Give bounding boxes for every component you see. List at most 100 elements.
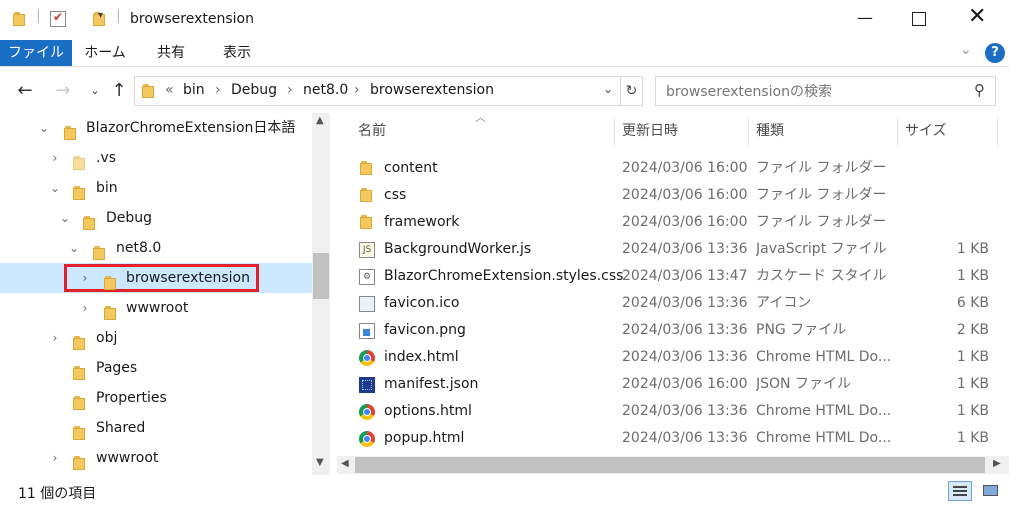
file-row[interactable]: favicon.ico 2024/03/06 13:36 アイコン 6 KB: [345, 290, 995, 317]
file-size: 1 KB: [956, 349, 989, 365]
tree-item-browserextension[interactable]: › browserextension: [0, 263, 312, 293]
file-size: 6 KB: [956, 295, 989, 311]
file-date: 2024/03/06 16:00: [622, 187, 748, 203]
address-dropdown-icon[interactable]: ⌄: [603, 82, 613, 96]
search-input[interactable]: [664, 81, 958, 103]
column-type[interactable]: 種類: [756, 113, 784, 149]
tree-item-label: BlazorChromeExtension日本語: [86, 120, 296, 136]
column-separator[interactable]: [748, 117, 749, 147]
tree-item-wwwroot[interactable]: › wwwroot: [0, 293, 312, 323]
properties-icon[interactable]: ✔: [50, 10, 66, 27]
tree-item-shared[interactable]: Shared: [0, 413, 312, 443]
breadcrumb-net8[interactable]: net8.0: [303, 82, 348, 98]
search-box[interactable]: ⚲: [655, 76, 996, 106]
refresh-icon[interactable]: ↻: [621, 76, 643, 106]
file-row[interactable]: favicon.png 2024/03/06 13:36 PNG ファイル 2 …: [345, 317, 995, 344]
folder-icon: [72, 156, 86, 170]
tree-item-net8[interactable]: ⌄ net8.0: [0, 233, 312, 263]
file-date: 2024/03/06 13:36: [622, 349, 748, 365]
file-size: 1 KB: [956, 403, 989, 419]
file-type: PNG ファイル: [756, 322, 847, 338]
details-view-icon[interactable]: [948, 481, 972, 501]
tree-item-label: wwwroot: [96, 450, 159, 466]
large-icons-view-icon[interactable]: [980, 481, 1002, 501]
tab-file[interactable]: ファイル: [0, 40, 72, 66]
chevron-down-icon[interactable]: ⌄: [67, 233, 81, 263]
tree-item-debug[interactable]: ⌄ Debug: [0, 203, 312, 233]
tree-item-wwwroot-root[interactable]: › wwwroot: [0, 443, 312, 473]
breadcrumb-bin[interactable]: bin: [183, 82, 205, 98]
scrollbar-thumb[interactable]: [355, 457, 985, 473]
customize-toolbar-icon[interactable]: ▾: [98, 10, 103, 21]
column-separator[interactable]: [614, 117, 615, 147]
scroll-left-icon[interactable]: ◀: [341, 458, 349, 469]
breadcrumb-debug[interactable]: Debug: [231, 82, 277, 98]
file-row[interactable]: css 2024/03/06 16:00 ファイル フォルダー: [345, 182, 995, 209]
tree-item-blazorchromeextension[interactable]: ⌄ BlazorChromeExtension日本語: [0, 113, 312, 143]
up-arrow-icon[interactable]: ↑: [108, 80, 130, 102]
tree-item-vs[interactable]: › .vs: [0, 143, 312, 173]
file-row[interactable]: manifest.json 2024/03/06 16:00 JSON ファイル…: [345, 371, 995, 398]
search-icon[interactable]: ⚲: [974, 81, 985, 99]
file-list-scrollbar[interactable]: ◀ ▶: [337, 456, 1009, 474]
tab-share[interactable]: 共有: [144, 40, 198, 66]
chevron-right-icon[interactable]: ›: [78, 293, 92, 323]
breadcrumb-separator: ›: [287, 82, 293, 98]
navigation-bar: ← → ⌄ ↑ « bin › Debug › net8.0 › browser…: [0, 72, 1009, 110]
file-row[interactable]: framework 2024/03/06 16:00 ファイル フォルダー: [345, 209, 995, 236]
close-button[interactable]: ✕: [968, 4, 986, 29]
file-row[interactable]: JS BackgroundWorker.js 2024/03/06 13:36 …: [345, 236, 995, 263]
chevron-right-icon[interactable]: ›: [48, 143, 62, 173]
expand-ribbon-icon[interactable]: ⌄: [960, 42, 972, 58]
column-date[interactable]: 更新日時: [622, 113, 678, 149]
tree-item-obj[interactable]: › obj: [0, 323, 312, 353]
file-row[interactable]: index.html 2024/03/06 13:36 Chrome HTML …: [345, 344, 995, 371]
maximize-button[interactable]: [912, 12, 926, 26]
file-size: 1 KB: [956, 376, 989, 392]
file-row[interactable]: popup.html 2024/03/06 13:36 Chrome HTML …: [345, 425, 995, 452]
tree-item-properties[interactable]: Properties: [0, 383, 312, 413]
folder-icon: [359, 161, 375, 177]
file-type: Chrome HTML Do...: [756, 349, 891, 365]
breadcrumb-browserextension[interactable]: browserextension: [370, 82, 494, 98]
tree-item-label: Pages: [96, 360, 138, 376]
forward-arrow-icon[interactable]: →: [52, 80, 74, 102]
tab-home[interactable]: ホーム: [78, 40, 132, 66]
tree-item-bin[interactable]: ⌄ bin: [0, 173, 312, 203]
chevron-right-icon[interactable]: ›: [48, 443, 62, 473]
tree-item-label: .vs: [96, 150, 117, 166]
column-separator[interactable]: [997, 117, 998, 147]
scroll-down-icon[interactable]: ▼: [316, 457, 324, 468]
scrollbar-thumb[interactable]: [313, 253, 329, 299]
tab-view[interactable]: 表示: [210, 40, 264, 66]
chevron-down-icon[interactable]: ⌄: [58, 203, 72, 233]
overflow-chevron[interactable]: «: [165, 82, 174, 98]
column-separator[interactable]: [897, 117, 898, 147]
file-type: ファイル フォルダー: [756, 187, 887, 203]
ribbon-divider: [0, 66, 1009, 67]
tree-item-label: Shared: [96, 420, 146, 436]
file-name: css: [384, 187, 407, 203]
file-row[interactable]: options.html 2024/03/06 13:36 Chrome HTM…: [345, 398, 995, 425]
chevron-down-icon[interactable]: ⌄: [48, 173, 62, 203]
chevron-right-icon[interactable]: ›: [78, 263, 92, 293]
help-icon[interactable]: ?: [985, 43, 1005, 63]
column-size[interactable]: サイズ: [905, 113, 947, 149]
scroll-up-icon[interactable]: ▲: [316, 115, 324, 126]
scroll-right-icon[interactable]: ▶: [993, 458, 1001, 469]
breadcrumb-separator: ›: [215, 82, 221, 98]
chevron-down-icon[interactable]: ⌄: [37, 113, 51, 143]
navigation-pane: ⌄ BlazorChromeExtension日本語 › .vs ⌄ bin ⌄…: [0, 113, 312, 475]
back-arrow-icon[interactable]: ←: [14, 80, 36, 102]
file-row[interactable]: ⚙ BlazorChromeExtension.styles.css 2024/…: [345, 263, 995, 290]
file-size: 1 KB: [956, 430, 989, 446]
navigation-scrollbar[interactable]: ▲ ▼: [312, 113, 330, 475]
chrome-icon: [359, 350, 375, 366]
recent-locations-icon[interactable]: ⌄: [84, 80, 106, 102]
minimize-button[interactable]: —: [857, 8, 873, 27]
file-row[interactable]: content 2024/03/06 16:00 ファイル フォルダー: [345, 155, 995, 182]
column-name[interactable]: 名前: [358, 113, 386, 149]
chevron-right-icon[interactable]: ›: [48, 323, 62, 353]
tree-item-pages[interactable]: Pages: [0, 353, 312, 383]
address-bar[interactable]: « bin › Debug › net8.0 › browserextensio…: [134, 76, 621, 106]
